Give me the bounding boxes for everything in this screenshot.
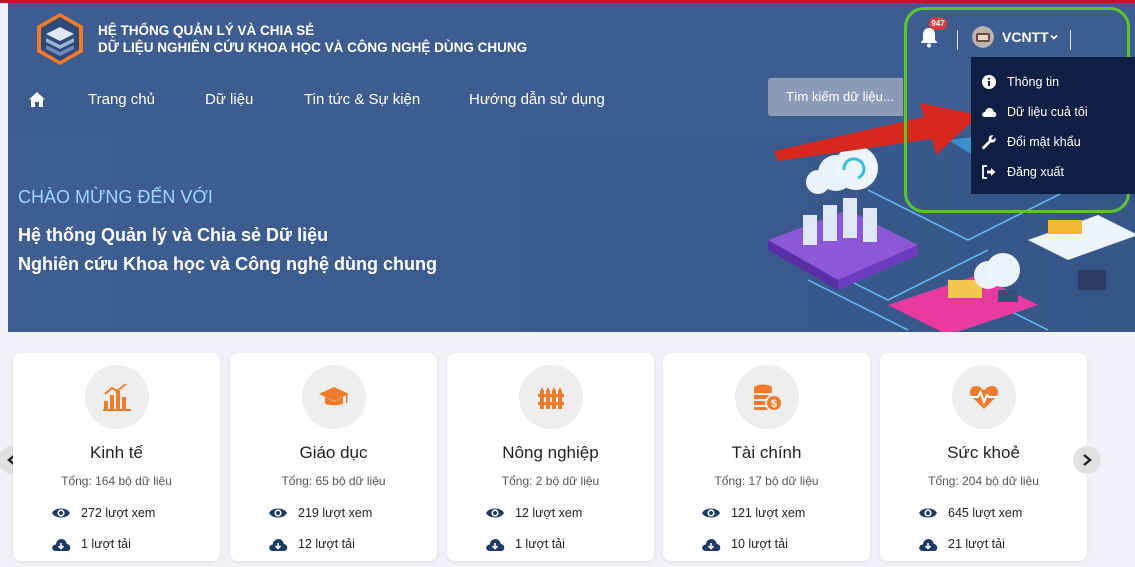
downloads-count: 1 lượt tải — [81, 537, 131, 551]
category-name: Nông nghiệp — [502, 443, 599, 462]
cloud-download-icon — [269, 539, 288, 551]
site-title: HỆ THỐNG QUẢN LÝ VÀ CHIA SẺ DỮ LIỆU NGHI… — [98, 22, 527, 56]
category-name: Tài chính — [731, 443, 802, 462]
heartbeat-icon — [969, 386, 999, 409]
cloud-download-icon — [486, 539, 505, 551]
eye-icon — [702, 508, 720, 518]
category-name: Giáo dục — [299, 443, 368, 462]
page: HỆ THỐNG QUẢN LÝ VÀ CHIA SẺ DỮ LIỆU NGHI… — [0, 0, 1135, 567]
eye-icon — [919, 508, 937, 518]
hero-welcome: CHÀO MỪNG ĐẾN VỚI — [18, 187, 213, 207]
info-icon — [982, 75, 996, 89]
menu-item-thong-tin[interactable]: Thông tin — [971, 68, 1135, 96]
hero-headline-line2: Nghiên cứu Khoa học và Công nghệ dùng ch… — [18, 254, 438, 274]
site-title-line1: HỆ THỐNG QUẢN LÝ VÀ CHIA SẺ — [98, 23, 315, 38]
views-count: 12 lượt xem — [515, 506, 583, 520]
category-total: Tổng: 204 bộ dữ liệu — [928, 474, 1039, 488]
coins-icon: $ — [754, 384, 783, 412]
menu-item-label: Đăng xuất — [1007, 165, 1064, 179]
eye-icon — [486, 508, 504, 518]
category-card-tai-chinh[interactable]: $ Tài chính Tổng: 17 bộ dữ liệu 121 lượt… — [663, 353, 870, 561]
category-card-kinh-te[interactable]: Kinh tế Tổng: 164 bộ dữ liệu 272 lượt xe… — [13, 353, 220, 561]
category-card-suc-khoe[interactable]: Sức khoẻ Tổng: 204 bộ dữ liệu 645 lượt x… — [880, 353, 1087, 561]
nav-item-tin-tuc[interactable]: Tin tức & Sự kiện — [304, 91, 420, 108]
nav-item-trang-chu[interactable]: Trang chủ — [88, 91, 155, 108]
downloads-count: 10 lượt tải — [731, 537, 788, 551]
menu-item-dang-xuat[interactable]: Đăng xuất — [971, 158, 1135, 186]
category-icon-circle — [519, 365, 583, 429]
cloud-download-icon — [702, 539, 721, 551]
category-icon-circle — [85, 365, 149, 429]
carousel-next-button[interactable] — [1073, 446, 1101, 474]
category-icon-circle — [302, 365, 366, 429]
wrench-icon — [982, 135, 996, 150]
home-icon[interactable] — [28, 91, 46, 109]
views-count: 219 lượt xem — [298, 506, 373, 520]
nav-item-huong-dan[interactable]: Hướng dẫn sử dụng — [469, 91, 605, 108]
category-name: Kinh tế — [90, 443, 143, 462]
chart-icon — [103, 383, 131, 411]
menu-item-du-lieu-cua-toi[interactable]: Dữ liệu cuả tôi — [971, 98, 1135, 126]
category-name: Sức khoẻ — [947, 443, 1020, 462]
cloud-download-icon — [52, 539, 71, 551]
views-count: 272 lượt xem — [81, 506, 156, 520]
category-total: Tổng: 17 bộ dữ liệu — [714, 474, 819, 488]
category-card-nong-nghiep[interactable]: Nông nghiệp Tổng: 2 bộ dữ liệu 12 lượt x… — [447, 353, 654, 561]
downloads-count: 21 lượt tải — [948, 537, 1005, 551]
menu-item-label: Đổi mật khẩu — [1007, 135, 1081, 149]
downloads-count: 12 lượt tải — [298, 537, 355, 551]
site-title-line2: DỮ LIỆU NGHIÊN CỨU KHOA HỌC VÀ CÔNG NGHỆ… — [98, 40, 528, 55]
user-dropdown-menu: Thông tin Dữ liệu cuả tôi Đổi mật khẩu Đ… — [971, 57, 1135, 194]
svg-text:$: $ — [771, 398, 777, 410]
downloads-count: 1 lượt tải — [515, 537, 565, 551]
eye-icon — [269, 508, 287, 518]
category-card-giao-duc[interactable]: Giáo dục Tổng: 65 bộ dữ liệu 219 lượt xe… — [230, 353, 437, 561]
views-count: 121 lượt xem — [731, 506, 806, 520]
cloud-download-icon — [919, 539, 938, 551]
nav-item-du-lieu[interactable]: Dữ liệu — [205, 91, 253, 108]
graduation-cap-icon — [319, 387, 349, 406]
views-count: 645 lượt xem — [948, 506, 1023, 520]
logout-icon — [982, 165, 996, 179]
category-total: Tổng: 164 bộ dữ liệu — [61, 474, 172, 488]
fence-icon — [538, 387, 564, 409]
chevron-right-icon — [1083, 454, 1092, 466]
cloud-icon — [982, 108, 997, 117]
menu-item-label: Thông tin — [1007, 75, 1060, 89]
category-icon-circle — [952, 365, 1016, 429]
category-total: Tổng: 65 bộ dữ liệu — [281, 474, 386, 488]
hero-headline-line1: Hệ thống Quản lý và Chia sẻ Dữ liệu — [18, 225, 329, 245]
menu-item-label: Dữ liệu cuả tôi — [1007, 105, 1088, 119]
category-icon-circle: $ — [735, 365, 799, 429]
site-logo-icon[interactable] — [32, 11, 88, 67]
eye-icon — [52, 508, 70, 518]
menu-item-doi-mat-khau[interactable]: Đổi mật khẩu — [971, 128, 1135, 156]
category-total: Tổng: 2 bộ dữ liệu — [501, 474, 600, 488]
